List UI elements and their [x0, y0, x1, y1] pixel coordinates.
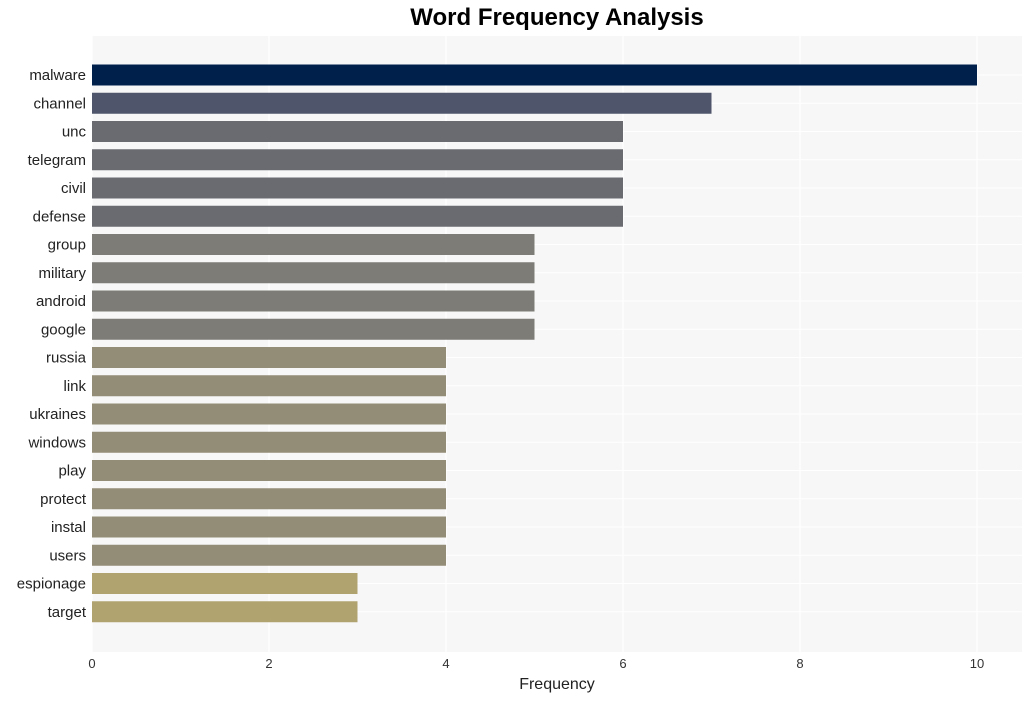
x-tick-labels: 0 2 4 6 8 10	[88, 656, 984, 671]
x-tick-label: 10	[970, 656, 984, 671]
bar-unc	[92, 121, 623, 142]
category-labels: malware channel unc telegram civil defense gro…	[17, 67, 87, 621]
bar-protect	[92, 488, 446, 510]
bar-group	[92, 234, 535, 255]
bar-channel	[92, 92, 712, 114]
category-label-channel: channel	[33, 95, 86, 112]
bar-users	[92, 544, 446, 566]
x-axis-title: Frequency	[519, 676, 595, 693]
x-tick-label: 6	[619, 656, 626, 671]
bar-android	[92, 290, 535, 312]
bar-windows	[92, 431, 446, 453]
category-label-target: target	[48, 604, 87, 621]
category-label-malware: malware	[29, 67, 86, 84]
category-label-military: military	[39, 265, 87, 282]
bar-instal	[92, 516, 446, 538]
category-label-ukraines: ukraines	[29, 406, 86, 423]
category-label-windows: windows	[27, 434, 86, 451]
category-label-espionage: espionage	[17, 576, 86, 593]
x-tick-label: 4	[442, 656, 449, 671]
category-label-group: group	[48, 237, 86, 254]
bar-malware	[92, 64, 977, 86]
bar-russia	[92, 347, 446, 368]
category-label-defense: defense	[33, 208, 86, 225]
bar-civil	[92, 177, 623, 199]
bar-google	[92, 318, 535, 340]
bar-telegram	[92, 149, 623, 171]
category-label-russia: russia	[46, 350, 87, 367]
x-tick-label: 8	[796, 656, 803, 671]
bar-link	[92, 375, 446, 397]
bar-military	[92, 262, 535, 284]
bar-ukraines	[92, 403, 446, 425]
bar-defense	[92, 205, 623, 227]
category-label-google: google	[41, 321, 86, 338]
category-label-play: play	[58, 463, 86, 480]
bar-espionage	[92, 573, 358, 594]
bar-target	[92, 601, 358, 623]
bar-play	[92, 460, 446, 481]
category-label-instal: instal	[51, 519, 86, 536]
category-label-android: android	[36, 293, 86, 310]
x-tick-label: 2	[265, 656, 272, 671]
category-label-unc: unc	[62, 124, 87, 141]
category-label-telegram: telegram	[28, 152, 86, 169]
category-label-civil: civil	[61, 180, 86, 197]
x-tick-label: 0	[88, 656, 95, 671]
bar-chart: malware channel unc telegram civil defense gro…	[17, 36, 1022, 693]
category-label-users: users	[49, 547, 86, 564]
category-label-link: link	[63, 378, 86, 395]
category-label-protect: protect	[40, 491, 87, 508]
